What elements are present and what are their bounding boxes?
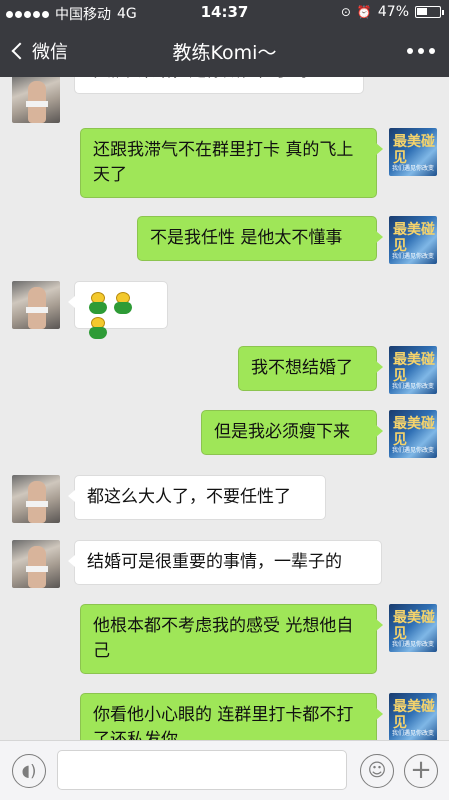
avatar-subtext: 我们遇见你改变 — [392, 253, 435, 260]
alarm-icon: ⏰ — [356, 5, 372, 19]
message-input[interactable] — [57, 750, 347, 790]
avatar[interactable]: 最美碰见 我们遇见你改变 — [389, 128, 437, 176]
message-bubble[interactable]: 干嘛吵架哈，是你太任性了吗？ — [74, 77, 364, 94]
emoji-bubble[interactable] — [68, 281, 168, 339]
rotation-lock-icon: ⊙ — [340, 5, 351, 19]
avatar-text: 最美碰见 — [393, 699, 435, 731]
message-bubble[interactable]: 都这么大人了，不要任性了 — [68, 475, 326, 520]
pig-emoji-icon — [87, 292, 109, 314]
avatar-subtext: 我们遇见你改变 — [392, 730, 435, 737]
voice-icon[interactable]: ◖) — [12, 754, 46, 788]
avatar-text: 最美碰见 — [393, 352, 435, 384]
message-bubble[interactable]: 我不想结婚了 — [238, 346, 383, 391]
message-bubble[interactable]: 他根本都不考虑我的感受 光想他自己 — [80, 604, 383, 674]
avatar[interactable] — [12, 77, 60, 123]
pig-emoji-icon — [87, 317, 109, 339]
pig-emoji-icon — [112, 292, 134, 314]
message-bubble[interactable]: 但是我必须瘦下来 — [201, 410, 383, 455]
nav-bar: 微信 教练Komi～ — [0, 26, 449, 77]
avatar-subtext: 我们遇见你改变 — [392, 641, 435, 648]
battery-icon — [415, 6, 444, 18]
message-bubble[interactable]: 还跟我滞气不在群里打卡 真的飞上天了 — [80, 128, 383, 198]
plus-icon[interactable]: + — [404, 754, 438, 788]
battery-label: 47% — [377, 4, 409, 20]
avatar[interactable]: 最美碰见 我们遇见你改变 — [389, 346, 437, 394]
status-bar: 中国移动 4G 14:37 ⊙ ⏰ 47% — [0, 0, 449, 26]
avatar[interactable]: 最美碰见 我们遇见你改变 — [389, 216, 437, 264]
avatar-text: 最美碰见 — [393, 134, 435, 166]
avatar-text: 最美碰见 — [393, 416, 435, 448]
more-button[interactable] — [407, 48, 435, 54]
input-bar: ◖) ☺ + — [0, 740, 449, 800]
avatar[interactable]: 最美碰见 我们遇见你改变 — [389, 410, 437, 458]
top-bar: 中国移动 4G 14:37 ⊙ ⏰ 47% 微信 教练Komi～ — [0, 0, 449, 77]
more-dot-icon — [418, 48, 424, 54]
avatar-subtext: 我们遇见你改变 — [392, 165, 435, 172]
avatar-text: 最美碰见 — [393, 222, 435, 254]
battery-fill — [417, 8, 427, 15]
avatar[interactable] — [12, 540, 60, 588]
more-dot-icon — [407, 48, 413, 54]
message-bubble[interactable]: 你看他小心眼的 连群里打卡都不打了还私发你 — [80, 693, 383, 740]
message-bubble[interactable]: 不是我任性 是他太不懂事 — [137, 216, 383, 261]
smile-icon[interactable]: ☺ — [360, 754, 394, 788]
chat-area[interactable]: 干嘛吵架哈，是你太任性了吗？ 还跟我滞气不在群里打卡 真的飞上天了 最美碰见 我… — [0, 77, 449, 740]
avatar-subtext: 我们遇见你改变 — [392, 447, 435, 454]
avatar[interactable] — [12, 475, 60, 523]
avatar-subtext: 我们遇见你改变 — [392, 383, 435, 390]
chat-title: 教练Komi～ — [172, 42, 277, 64]
avatar[interactable]: 最美碰见 我们遇见你改变 — [389, 604, 437, 652]
avatar[interactable] — [12, 281, 60, 329]
more-dot-icon — [429, 48, 435, 54]
avatar[interactable]: 最美碰见 我们遇见你改变 — [389, 693, 437, 740]
message-bubble[interactable]: 结婚可是很重要的事情，一辈子的 — [68, 540, 382, 585]
avatar-text: 最美碰见 — [393, 610, 435, 642]
